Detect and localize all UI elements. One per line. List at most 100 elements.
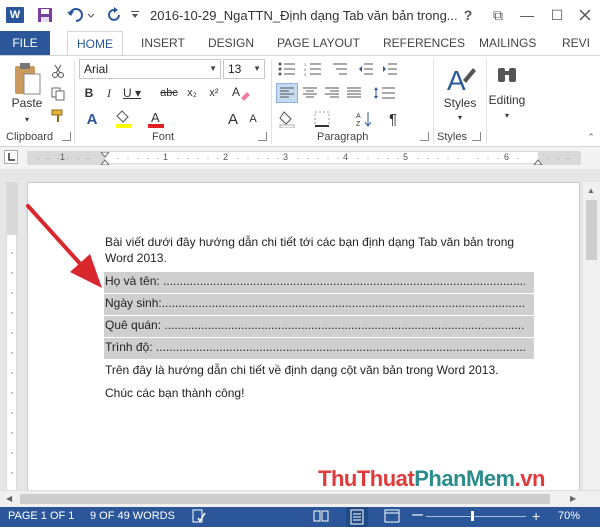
ruler-number: 2 — [223, 152, 229, 162]
tab-review[interactable]: REVI — [562, 31, 590, 55]
chevron-down-icon[interactable]: ▼ — [209, 60, 217, 78]
ribbon: Paste ▾ Clipboard Arial ▼ 13 ▼ B I U ▾ a… — [0, 55, 600, 147]
zoom-out-icon[interactable]: — — [412, 509, 423, 521]
tab-references[interactable]: REFERENCES — [383, 31, 465, 55]
tab-design[interactable]: DESIGN — [208, 31, 254, 55]
bold-icon[interactable]: B — [80, 84, 98, 102]
font-color-icon[interactable]: A — [144, 108, 170, 130]
tab-file[interactable]: FILE — [0, 31, 50, 55]
document-title: 2016-10-29_NgaTTN_Định dạng Tab văn bản … — [150, 8, 458, 23]
svg-text:A: A — [447, 65, 466, 96]
shading-icon[interactable] — [276, 108, 304, 130]
text-highlight-icon[interactable] — [112, 108, 138, 130]
scroll-thumb[interactable] — [586, 200, 597, 260]
font-name-combo[interactable]: Arial ▼ — [79, 59, 221, 79]
binoculars-icon[interactable] — [492, 60, 522, 90]
tab-insert[interactable]: INSERT — [141, 31, 185, 55]
minimize-button[interactable]: — — [516, 4, 538, 26]
editing-button[interactable]: Editing — [484, 92, 530, 108]
strikethrough-icon[interactable]: abc — [158, 84, 180, 102]
undo-icon[interactable] — [64, 5, 98, 25]
page-count[interactable]: PAGE 1 OF 1 — [8, 510, 74, 522]
scroll-up-icon[interactable]: ▲ — [587, 186, 595, 195]
tab-selector[interactable] — [4, 150, 18, 164]
sort-icon[interactable]: AZ — [354, 108, 374, 130]
multilevel-list-icon[interactable] — [328, 60, 350, 78]
subscript-icon[interactable]: x₂ — [182, 84, 202, 102]
clipboard-launcher-icon[interactable] — [62, 132, 71, 141]
word-count[interactable]: 9 OF 49 WORDS — [90, 510, 175, 522]
increase-indent-icon[interactable] — [380, 60, 400, 78]
clear-formatting-icon[interactable]: A — [229, 83, 253, 103]
ruler-number: 4 — [343, 152, 349, 162]
numbering-icon[interactable]: 123 — [302, 60, 324, 78]
paragraph-launcher-icon[interactable] — [420, 132, 429, 141]
scroll-right-icon[interactable]: ▶ — [570, 494, 576, 503]
web-layout-icon[interactable] — [384, 509, 400, 526]
redo-icon[interactable] — [106, 5, 124, 25]
paste-icon[interactable] — [8, 60, 46, 100]
text-effects-icon[interactable]: A — [80, 108, 104, 130]
zoom-slider[interactable] — [426, 511, 526, 521]
styles-launcher-icon[interactable] — [472, 132, 481, 141]
justify-icon[interactable] — [344, 83, 364, 103]
align-left-icon[interactable] — [276, 83, 298, 103]
font-size-combo[interactable]: 13 ▼ — [223, 59, 265, 79]
horizontal-ruler[interactable]: 1 1 2 3 4 5 6 — [27, 151, 581, 165]
tab-home[interactable]: HOME — [67, 31, 123, 55]
tab-page-layout[interactable]: PAGE LAYOUT — [277, 31, 360, 55]
chevron-down-icon[interactable]: ▼ — [253, 60, 261, 78]
ruler-number: 6 — [504, 152, 510, 162]
read-mode-icon[interactable] — [313, 509, 329, 526]
vertical-scrollbar[interactable]: ▲ — [583, 182, 600, 492]
italic-icon[interactable]: I — [100, 84, 118, 102]
divider — [74, 60, 75, 144]
font-name-value: Arial — [84, 62, 109, 76]
ribbon-display-button[interactable]: ⧉ — [487, 4, 509, 26]
field-que-quan: Quê quán: ..............................… — [105, 318, 525, 332]
h-scroll-thumb[interactable] — [20, 494, 550, 504]
underline-icon[interactable]: U ▾ — [120, 84, 144, 102]
zoom-level[interactable]: 70% — [558, 510, 580, 522]
align-center-icon[interactable] — [300, 83, 320, 103]
chevron-down-icon[interactable]: ▾ — [502, 110, 512, 120]
styles-icon[interactable]: A — [438, 60, 482, 98]
decrease-indent-icon[interactable] — [356, 60, 376, 78]
font-group-label: Font — [152, 131, 175, 143]
word-app-icon[interactable]: W — [6, 7, 24, 23]
borders-icon[interactable] — [308, 108, 336, 130]
vertical-ruler[interactable] — [6, 182, 18, 492]
format-painter-icon[interactable] — [48, 106, 68, 126]
zoom-slider-thumb[interactable] — [471, 511, 474, 521]
align-right-icon[interactable] — [322, 83, 342, 103]
ruler-number: 3 — [283, 152, 289, 162]
ribbon-tabs: FILE HOME INSERT DESIGN PAGE LAYOUT REFE… — [0, 31, 600, 55]
bullets-icon[interactable] — [276, 60, 298, 78]
show-paragraph-marks-icon[interactable]: ¶ — [384, 108, 402, 130]
help-button[interactable]: ? — [457, 4, 479, 26]
horizontal-scrollbar[interactable]: ◀ ▶ — [0, 490, 600, 507]
collapse-ribbon-icon[interactable]: ⌃ — [585, 132, 597, 142]
save-icon[interactable] — [34, 5, 56, 25]
cut-icon[interactable] — [48, 61, 68, 81]
copy-icon[interactable] — [48, 84, 68, 104]
maximize-button[interactable]: ☐ — [546, 4, 568, 26]
superscript-icon[interactable]: x² — [204, 84, 224, 102]
close-button[interactable] — [574, 4, 596, 26]
line-spacing-icon[interactable] — [370, 83, 400, 103]
zoom-in-icon[interactable]: + — [532, 508, 540, 524]
paste-button[interactable]: Paste — [8, 96, 46, 110]
svg-text:Z: Z — [356, 121, 361, 127]
styles-button[interactable]: Styles — [438, 96, 482, 110]
proofing-icon[interactable] — [192, 509, 206, 526]
chevron-down-icon[interactable]: ▾ — [455, 112, 465, 122]
tab-mailings[interactable]: MAILINGS — [479, 31, 536, 55]
print-layout-icon[interactable] — [346, 507, 368, 527]
scroll-left-icon[interactable]: ◀ — [6, 494, 12, 503]
customize-qat-icon[interactable] — [128, 5, 142, 25]
paste-dropdown-icon[interactable]: ▾ — [22, 114, 32, 124]
intro-line-1: Bài viết dưới đây hướng dẫn chi tiết tới… — [105, 235, 515, 249]
shrink-font-icon[interactable]: A — [244, 108, 262, 130]
font-launcher-icon[interactable] — [258, 132, 267, 141]
grow-font-icon[interactable]: A — [224, 108, 242, 130]
